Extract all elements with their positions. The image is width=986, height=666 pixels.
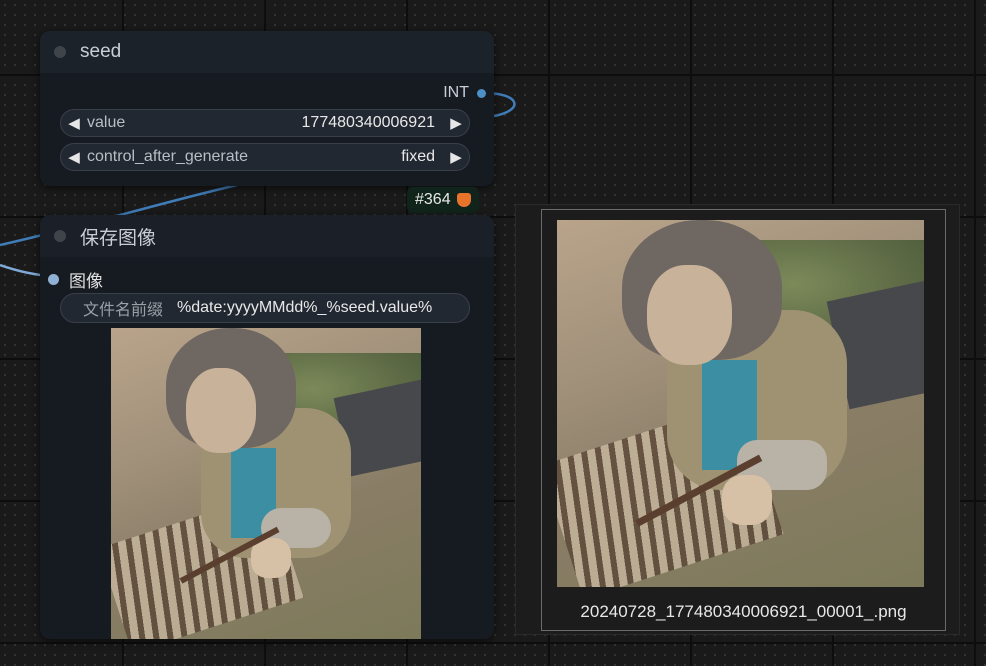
- control-after-generate-value[interactable]: fixed: [401, 148, 435, 166]
- collapse-dot-icon[interactable]: [54, 46, 66, 58]
- seed-node[interactable]: seed INT ◀ value 177480340006921 ▶ ◀ con…: [40, 31, 494, 186]
- arrow-left-icon[interactable]: ◀: [61, 148, 87, 166]
- seed-node-header[interactable]: seed: [40, 31, 494, 73]
- fox-icon: [456, 193, 471, 207]
- arrow-left-icon[interactable]: ◀: [61, 114, 87, 132]
- filename-prefix-widget[interactable]: 文件名前缀 %date:yyyyMMdd%_%seed.value%: [60, 293, 470, 323]
- filename-prefix-value[interactable]: %date:yyyyMMdd%_%seed.value%: [177, 299, 432, 317]
- control-after-generate-widget[interactable]: ◀ control_after_generate fixed ▶: [60, 143, 470, 171]
- arrow-right-icon[interactable]: ▶: [443, 148, 469, 166]
- image-preview-frame: 20240728_177480340006921_00001_.png: [541, 209, 946, 631]
- control-after-generate-label: control_after_generate: [87, 148, 248, 165]
- save-node-title: 保存图像: [80, 227, 157, 249]
- image-preview-panel[interactable]: 20240728_177480340006921_00001_.png: [515, 204, 960, 635]
- arrow-right-icon[interactable]: ▶: [443, 114, 469, 132]
- seed-value-label: value: [87, 114, 126, 131]
- int-output[interactable]: INT: [443, 84, 486, 102]
- collapse-dot-icon[interactable]: [54, 230, 66, 242]
- save-node-header[interactable]: 保存图像: [40, 215, 494, 257]
- seed-value-value[interactable]: 177480340006921: [302, 114, 435, 132]
- node-image-preview[interactable]: [111, 328, 421, 639]
- image-input-slot[interactable]: [48, 274, 59, 285]
- node-id-badge: #364: [407, 187, 479, 213]
- save-image-node[interactable]: 保存图像 图像 文件名前缀 %date:yyyyMMdd%_%seed.valu…: [40, 215, 494, 639]
- preview-image[interactable]: [557, 220, 924, 587]
- image-input[interactable]: 图像: [48, 267, 103, 292]
- seed-node-title: seed: [80, 41, 122, 62]
- filename-prefix-label: 文件名前缀: [83, 302, 164, 319]
- int-output-slot[interactable]: [477, 88, 486, 98]
- image-input-label: 图像: [69, 272, 103, 291]
- preview-filename: 20240728_177480340006921_00001_.png: [580, 602, 907, 621]
- node-id-text: #364: [415, 191, 451, 208]
- seed-value-widget[interactable]: ◀ value 177480340006921 ▶: [60, 109, 470, 137]
- int-output-label: INT: [443, 84, 469, 101]
